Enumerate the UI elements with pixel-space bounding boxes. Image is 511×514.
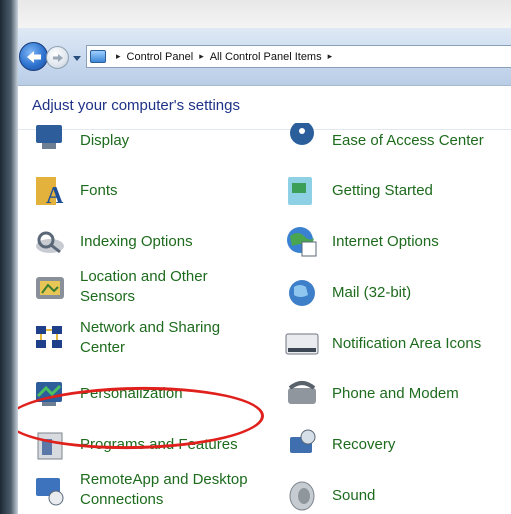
- item-network-label-line2: Center: [80, 339, 126, 356]
- breadcrumb-separator[interactable]: ▸: [328, 51, 333, 62]
- network-icon: [32, 320, 68, 356]
- navigation-bar: ▸ Control Panel ▸ All Control Panel Item…: [18, 28, 511, 86]
- location-sensors-icon: [32, 269, 68, 305]
- item-getting-started-label: Getting Started: [332, 182, 433, 199]
- item-phone-label: Phone and Modem: [332, 385, 459, 402]
- arrow-right-icon: [52, 53, 63, 62]
- item-remoteapp[interactable]: RemoteApp and Desktop Connections: [32, 470, 248, 510]
- item-phone-modem[interactable]: Phone and Modem: [284, 376, 459, 412]
- item-remoteapp-label-line1: RemoteApp and Desktop: [80, 471, 248, 488]
- item-network-sharing[interactable]: Network and Sharing Center: [32, 318, 220, 358]
- item-remoteapp-label-line2: Connections: [80, 491, 164, 508]
- breadcrumb-all-items[interactable]: All Control Panel Items: [210, 51, 322, 63]
- mail-globe-icon: [284, 275, 320, 311]
- display-icon: [32, 123, 68, 159]
- phone-icon: [284, 376, 320, 412]
- fonts-icon: A: [32, 173, 68, 209]
- item-location-sensors[interactable]: Location and Other Sensors: [32, 267, 208, 307]
- getting-started-icon: [284, 173, 320, 209]
- item-fonts[interactable]: A Fonts: [32, 173, 118, 209]
- item-recovery-label: Recovery: [332, 436, 396, 453]
- item-location-label: Location and Other Sensors: [80, 267, 208, 307]
- item-indexing-options[interactable]: Indexing Options: [32, 224, 193, 260]
- item-mail-label: Mail (32-bit): [332, 284, 412, 301]
- item-notification-label: Notification Area Icons: [332, 335, 482, 352]
- address-bar[interactable]: ▸ Control Panel ▸ All Control Panel Item…: [86, 45, 511, 68]
- forward-button[interactable]: [46, 46, 69, 69]
- speaker-icon: [284, 478, 320, 514]
- control-panel-icon: [90, 50, 106, 63]
- remoteapp-icon: [32, 472, 68, 508]
- ease-of-access-icon: [284, 121, 320, 159]
- breadcrumb-separator[interactable]: ▸: [199, 51, 204, 62]
- item-internet-label: Internet Options: [332, 233, 439, 250]
- recent-pages-dropdown-icon[interactable]: [73, 54, 81, 62]
- indexing-magnifier-icon: [32, 224, 68, 260]
- control-panel-content: Adjust your computer's settings Display …: [18, 87, 511, 514]
- recovery-icon: [284, 427, 320, 463]
- item-network-label-line1: Network and Sharing: [80, 319, 221, 336]
- svg-text:A: A: [46, 183, 64, 209]
- item-indexing-label: Indexing Options: [80, 233, 193, 250]
- notification-area-icon: [284, 326, 320, 362]
- breadcrumb-control-panel[interactable]: Control Panel: [127, 51, 194, 63]
- page-title: Adjust your computer's settings: [32, 97, 240, 114]
- item-internet-options[interactable]: Internet Options: [284, 224, 439, 260]
- window-left-frame: [0, 0, 18, 514]
- internet-globe-icon: [284, 224, 320, 260]
- item-sound[interactable]: Sound: [284, 478, 375, 514]
- item-ease-of-access[interactable]: Ease of Access Center: [284, 121, 484, 159]
- item-display[interactable]: Display: [32, 123, 129, 159]
- item-remoteapp-label: RemoteApp and Desktop Connections: [80, 470, 248, 510]
- item-recovery[interactable]: Recovery: [284, 427, 395, 463]
- item-notification-area-icons[interactable]: Notification Area Icons: [284, 326, 481, 362]
- item-location-label-line1: Location and Other: [80, 268, 208, 285]
- window-top-edge: [0, 0, 511, 28]
- item-network-label: Network and Sharing Center: [80, 318, 220, 358]
- item-display-label: Display: [80, 132, 130, 149]
- item-fonts-label: Fonts: [80, 182, 118, 199]
- back-button[interactable]: [19, 42, 48, 71]
- item-getting-started[interactable]: Getting Started: [284, 173, 433, 209]
- item-mail[interactable]: Mail (32-bit): [284, 275, 411, 311]
- item-location-label-line2: Sensors: [80, 288, 136, 305]
- breadcrumb-separator[interactable]: ▸: [116, 51, 121, 62]
- arrow-left-icon: [26, 50, 41, 63]
- item-ease-label: Ease of Access Center: [332, 132, 484, 149]
- item-sound-label: Sound: [332, 487, 376, 504]
